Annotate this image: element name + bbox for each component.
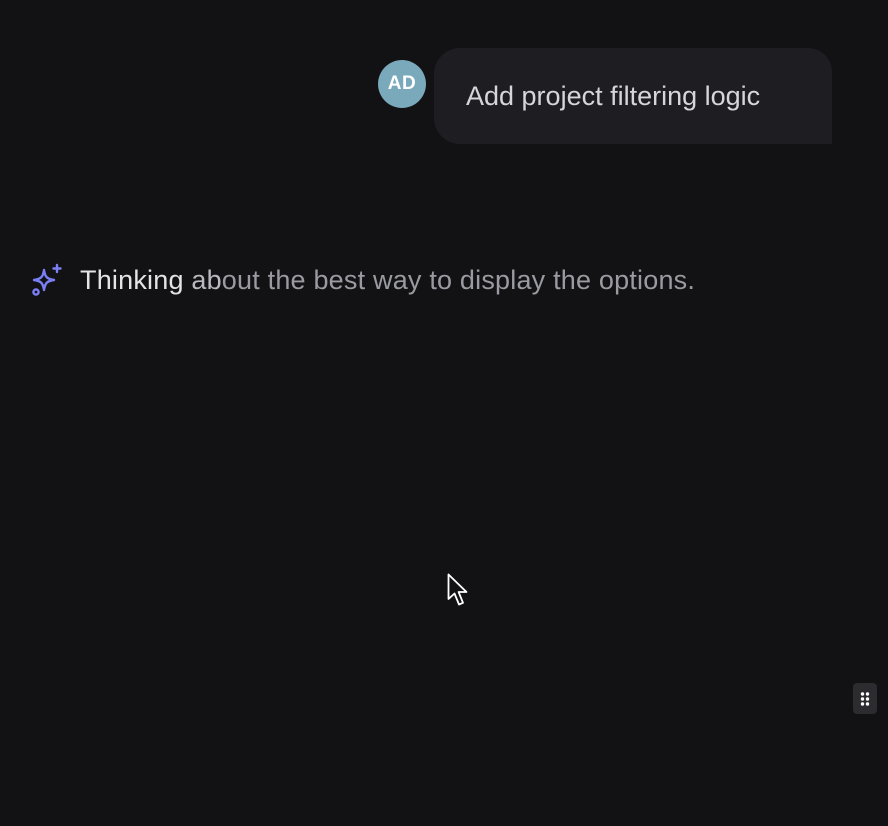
thinking-text-dim: out the best way to display the options. [221, 264, 696, 295]
user-message-text: Add project filtering logic [466, 80, 761, 111]
sparkle-icon [30, 263, 64, 297]
thinking-text: Thinking about the best way to display t… [80, 265, 695, 296]
thinking-text-bright: Thinking [80, 264, 184, 295]
mouse-cursor-icon [446, 572, 472, 610]
assistant-thinking-status: Thinking about the best way to display t… [30, 256, 695, 304]
chat-page: AD Add project filtering logic Thinking … [0, 0, 888, 826]
user-message-bubble: Add project filtering logic [434, 48, 832, 144]
drag-handle-icon[interactable] [853, 683, 877, 714]
avatar: AD [378, 60, 426, 108]
thinking-text-mid: ab [183, 264, 222, 295]
